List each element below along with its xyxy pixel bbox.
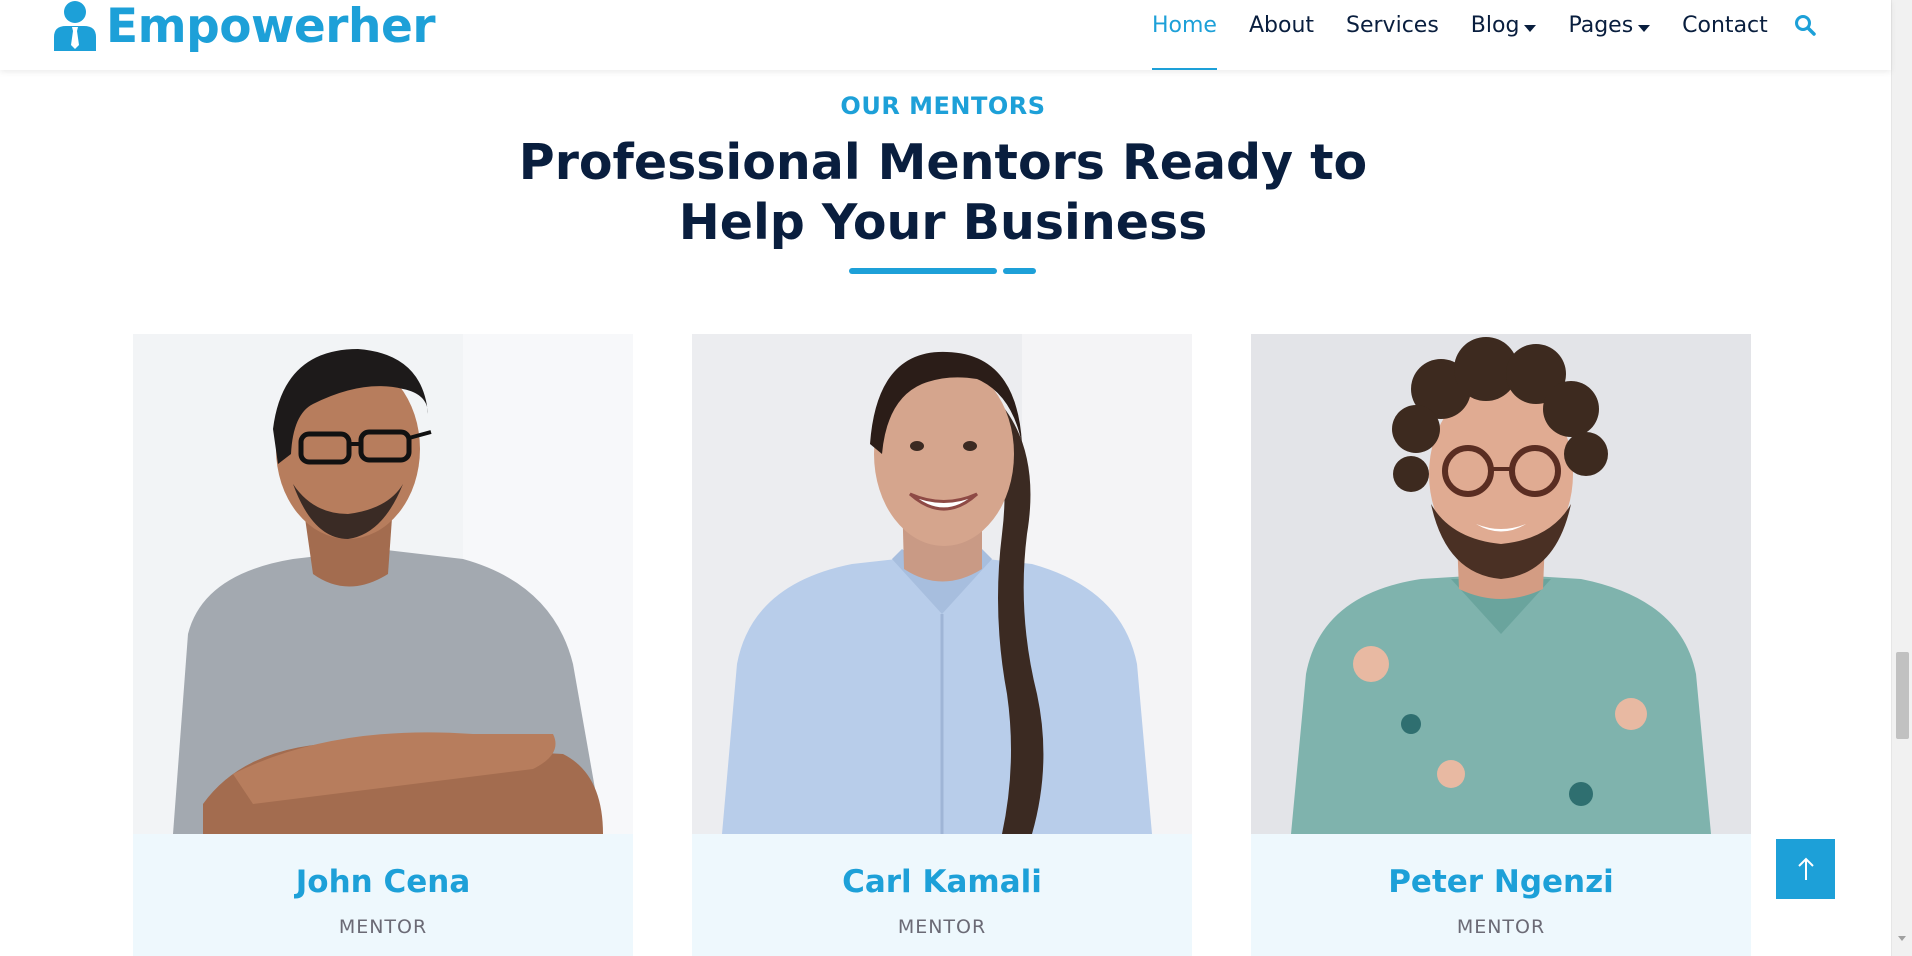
scrollbar-thumb[interactable] [1896, 652, 1909, 739]
mentor-photo-image [133, 334, 633, 834]
title-underline [849, 268, 997, 274]
mentor-name[interactable]: Peter Ngenzi [1251, 864, 1751, 900]
caret-down-icon [1524, 25, 1537, 32]
mentor-card[interactable]: Carl Kamali MENTOR [692, 334, 1192, 956]
mentor-card[interactable]: Peter Ngenzi MENTOR [1251, 334, 1751, 956]
mentor-name[interactable]: John Cena [133, 864, 633, 900]
mentor-photo-image [1251, 334, 1751, 834]
mentor-role: MENTOR [897, 916, 987, 938]
nav-label: Blog [1470, 13, 1520, 38]
mentor-info: Carl Kamali MENTOR [692, 834, 1192, 956]
section-title: Professional Mentors Ready to Help Your … [0, 133, 1886, 253]
mentor-name[interactable]: Carl Kamali [692, 864, 1192, 900]
nav-label: Services [1346, 13, 1439, 38]
user-tie-icon [54, 1, 96, 51]
section-title-line2: Help Your Business [678, 194, 1208, 251]
scroll-down-icon[interactable] [1898, 936, 1906, 941]
brand-name: Empowerher [106, 0, 436, 54]
arrow-up-icon [1797, 857, 1814, 880]
section-title-line1: Professional Mentors Ready to [518, 134, 1368, 191]
nav-item-services[interactable]: Services [1346, 0, 1439, 70]
nav-item-home[interactable]: Home [1152, 0, 1217, 70]
nav-label: About [1248, 13, 1315, 38]
back-to-top-button[interactable] [1776, 839, 1835, 899]
mentor-photo-image [692, 334, 1192, 834]
page-scrollbar[interactable] [1891, 0, 1912, 956]
mentor-info: John Cena MENTOR [133, 834, 633, 956]
navbar: Empowerher Home About Services Blog Page… [0, 0, 1891, 70]
nav-label: Pages [1568, 13, 1634, 38]
search-icon[interactable] [1794, 14, 1816, 36]
title-underline-accent [1003, 268, 1036, 274]
nav-label: Contact [1682, 13, 1768, 38]
mentor-photo [133, 334, 633, 834]
mentor-info: Peter Ngenzi MENTOR [1251, 834, 1751, 956]
mentor-photo [692, 334, 1192, 834]
mentor-role: MENTOR [1456, 916, 1546, 938]
nav-label: Home [1152, 13, 1217, 38]
section-tag: OUR MENTORS [840, 92, 1046, 120]
main-nav: Home About Services Blog Pages Contact [1152, 0, 1800, 70]
nav-item-blog[interactable]: Blog [1471, 0, 1537, 70]
nav-item-pages[interactable]: Pages [1568, 0, 1651, 70]
brand-logo[interactable]: Empowerher [52, 0, 436, 54]
nav-item-contact[interactable]: Contact [1682, 0, 1768, 70]
mentor-role: MENTOR [338, 916, 428, 938]
mentor-photo [1251, 334, 1751, 834]
caret-down-icon [1638, 25, 1651, 32]
nav-item-about[interactable]: About [1249, 0, 1314, 70]
mentor-card[interactable]: John Cena MENTOR [133, 334, 633, 956]
